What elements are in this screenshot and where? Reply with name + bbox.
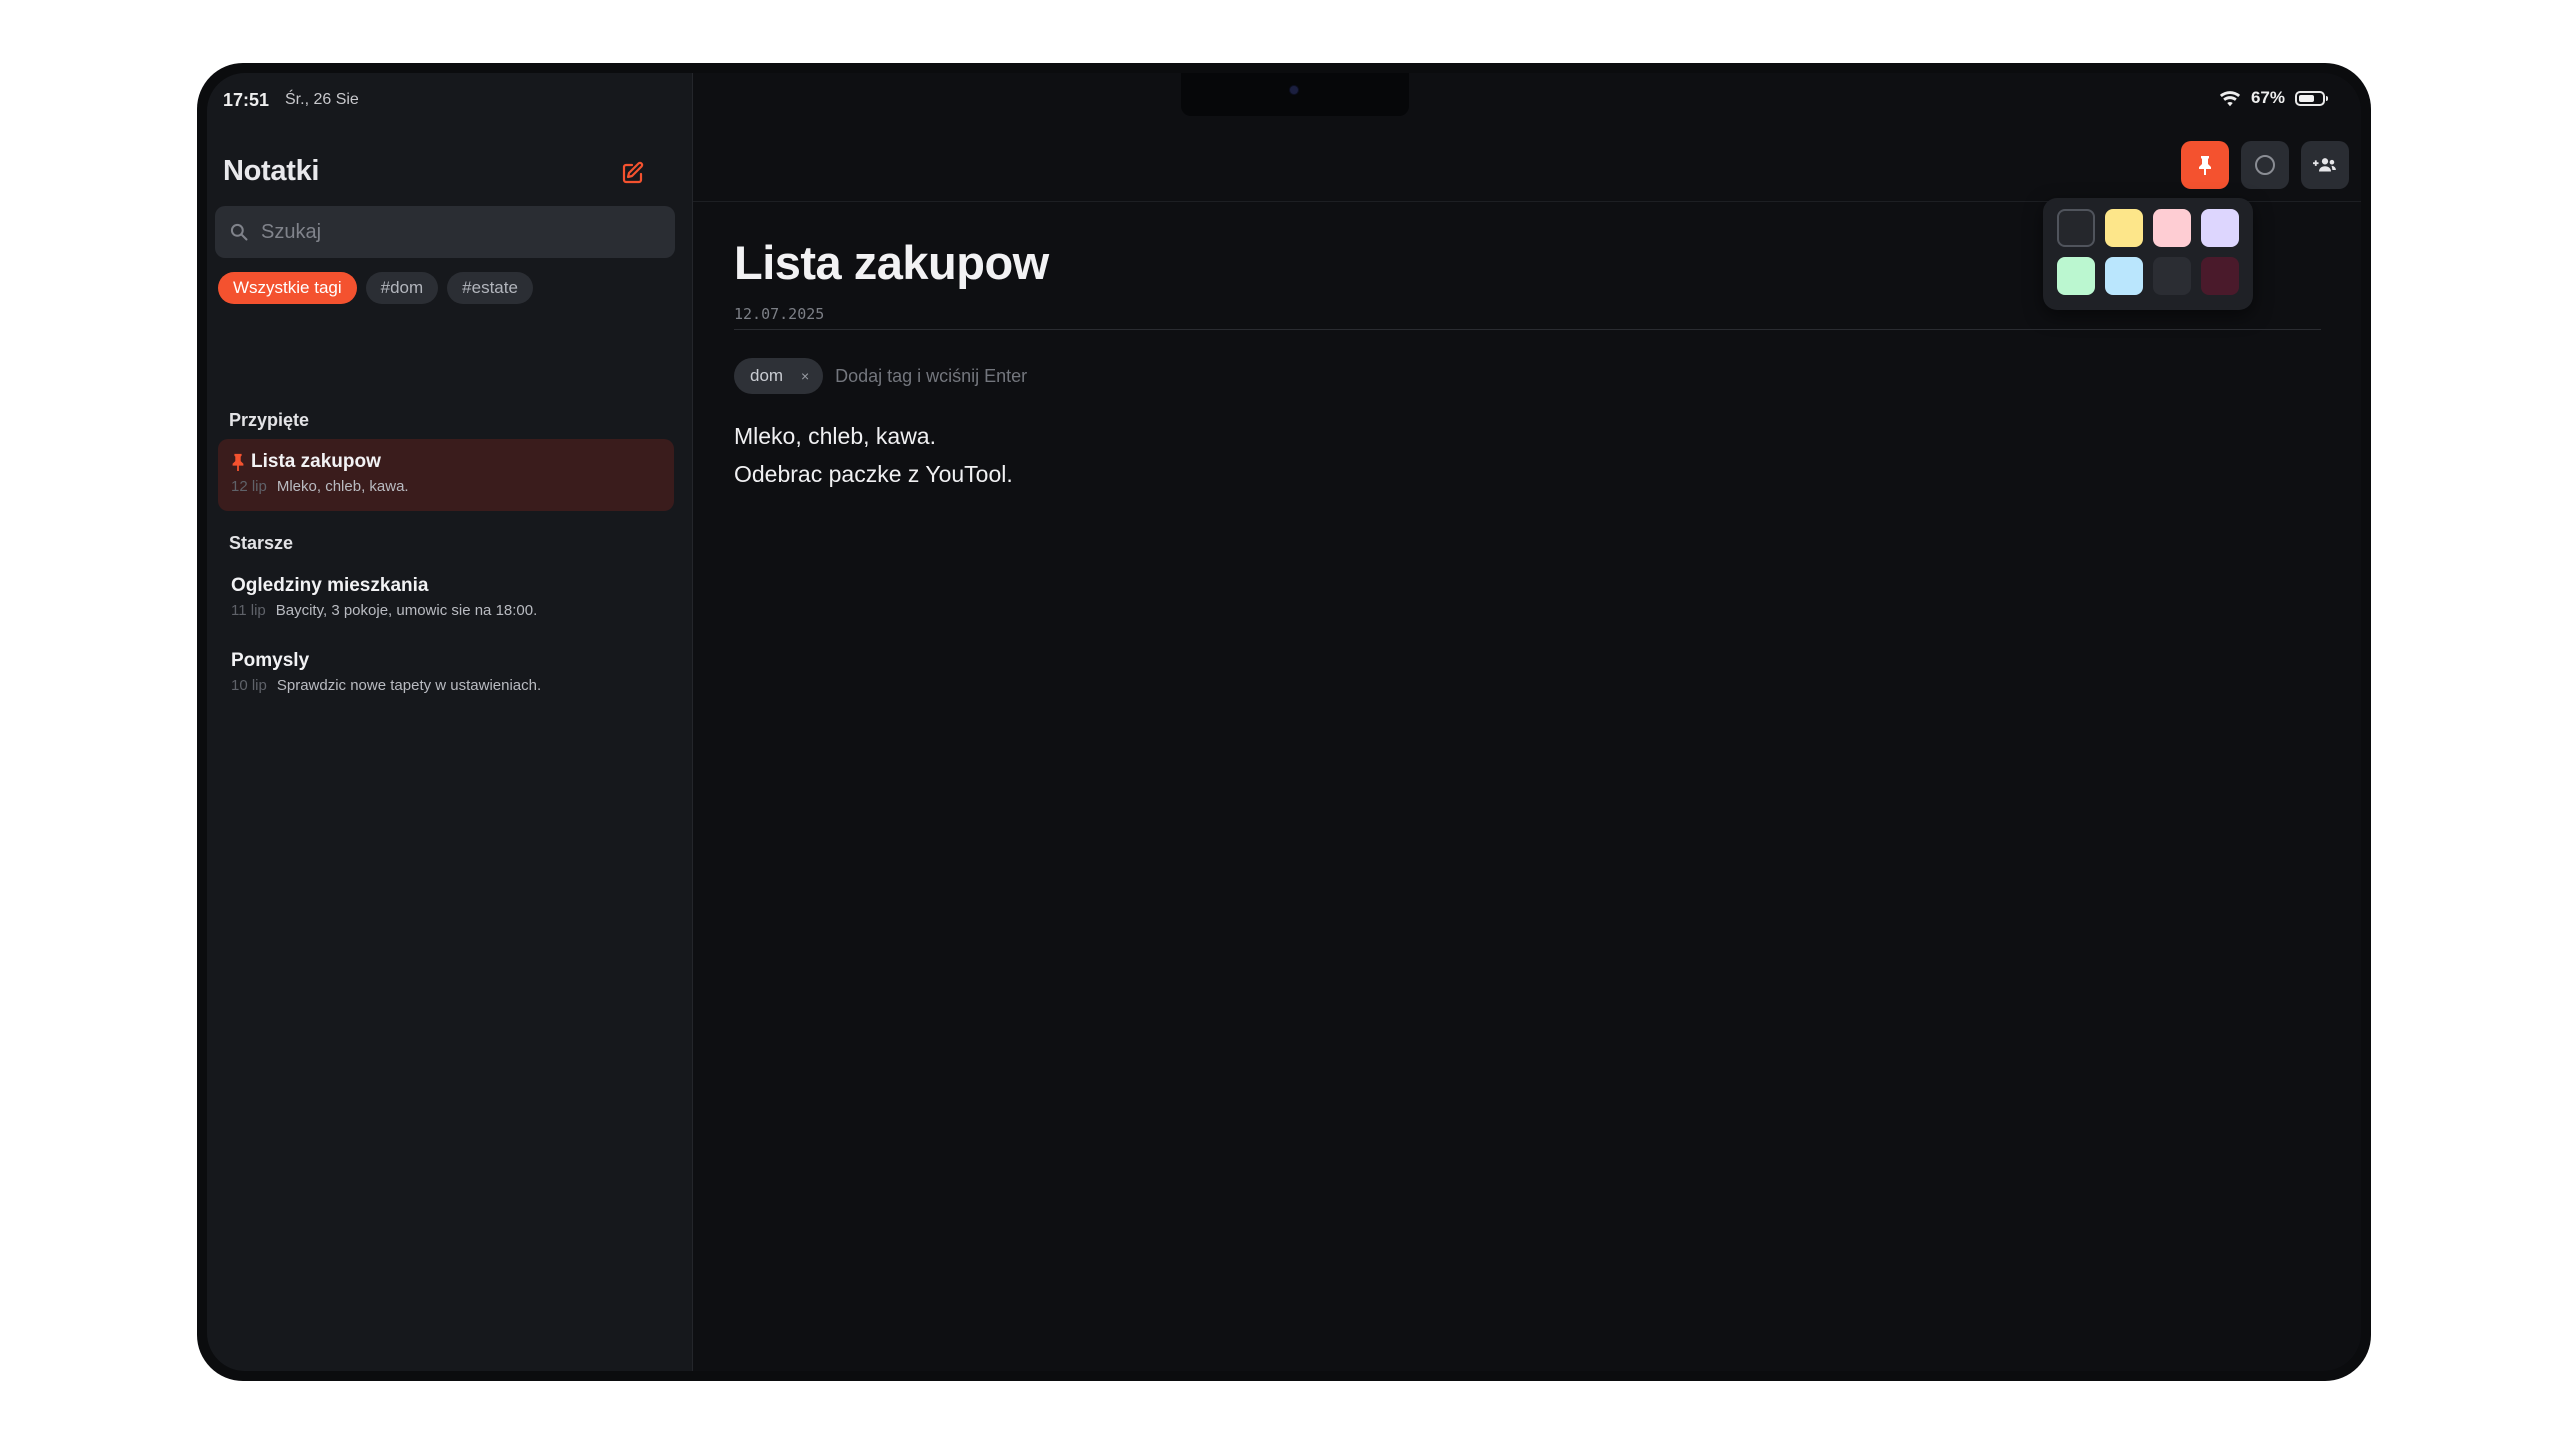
note-editor: Lista zakupow 12.07.2025 dom × Mleko, ch… xyxy=(693,73,2361,1371)
note-list-item-preview: Sprawdzic nowe tapety w ustawieniach. xyxy=(276,677,542,694)
note-list-item-preview: Baycity, 3 pokoje, umowic sie na 18:00. xyxy=(275,602,538,619)
pin-button[interactable] xyxy=(2181,141,2229,189)
color-palette-popover xyxy=(2043,198,2253,310)
status-time: 17:51 xyxy=(223,90,270,110)
note-body-line: Odebrac paczke z YouTool. xyxy=(734,461,1013,487)
color-swatch-lavender[interactable] xyxy=(2201,209,2239,247)
status-date: Śr., 26 Sie xyxy=(285,91,359,108)
note-list-item-title-row: Lista zakupow xyxy=(231,451,662,473)
compose-icon xyxy=(622,161,644,184)
remove-tag-button[interactable]: × xyxy=(795,366,815,386)
note-list-item[interactable]: Lista zakupow 12 lip Mleko, chleb, kawa. xyxy=(218,439,674,511)
search-input[interactable] xyxy=(259,219,643,245)
pin-icon xyxy=(2199,156,2211,175)
editor-toolbar xyxy=(2181,141,2349,189)
note-list-item-title: Lista zakupow xyxy=(251,451,381,472)
share-button[interactable] xyxy=(2301,141,2349,189)
camera-lens xyxy=(1290,86,1298,94)
tag-filter-dom[interactable]: #dom xyxy=(365,272,439,304)
color-swatch-dark[interactable] xyxy=(2153,257,2191,295)
color-button[interactable] xyxy=(2241,141,2289,189)
search-icon xyxy=(230,223,248,241)
note-list-item-title: Ogledziny mieszkania xyxy=(231,575,429,596)
note-title[interactable]: Lista zakupow xyxy=(734,235,1049,290)
note-list-item-title: Pomysly xyxy=(231,650,310,671)
note-body-line: Mleko, chleb, kawa. xyxy=(734,423,936,449)
note-list-item-preview: Mleko, chleb, kawa. xyxy=(276,478,409,495)
note-list-item-date: 12 lip xyxy=(231,478,267,495)
sidebar: Notatki Wszystkie tagi #dom #estate Przy… xyxy=(207,73,693,1371)
people-add-icon xyxy=(2313,158,2336,172)
color-swatch-none[interactable] xyxy=(2057,209,2095,247)
tag-filter-estate[interactable]: #estate xyxy=(447,272,533,304)
status-right: 67% xyxy=(2219,88,2328,108)
compose-button[interactable] xyxy=(617,157,649,189)
note-list-item-date: 11 lip xyxy=(231,602,266,619)
color-swatch-pink[interactable] xyxy=(2153,209,2191,247)
note-tag-row: dom × xyxy=(734,358,1158,394)
sidebar-title: Notatki xyxy=(223,155,320,187)
tag-filter-bar: Wszystkie tagi #dom #estate xyxy=(218,272,533,304)
wifi-icon xyxy=(2219,90,2241,106)
color-swatch-mint[interactable] xyxy=(2057,257,2095,295)
note-tag: dom × xyxy=(734,358,824,394)
color-swatch-maroon[interactable] xyxy=(2201,257,2239,295)
note-list-item[interactable]: Ogledziny mieszkania 11 lip Baycity, 3 po… xyxy=(218,563,674,635)
tag-filter-all[interactable]: Wszystkie tagi xyxy=(218,272,357,304)
note-list-item-meta: 11 lip Baycity, 3 pokoje, umowic sie na 1… xyxy=(231,602,662,619)
camera-notch xyxy=(1181,73,1409,116)
color-swatch-yellow[interactable] xyxy=(2105,209,2143,247)
note-date: 12.07.2025 xyxy=(734,305,825,323)
older-section-label: Starsze xyxy=(229,533,294,553)
pinned-section-label: Przypięte xyxy=(229,410,310,430)
battery-icon xyxy=(2295,90,2328,106)
content-divider xyxy=(734,329,2321,330)
note-list-item[interactable]: Pomysly 10 lip Sprawdzic nowe tapety w us… xyxy=(218,638,674,710)
note-list-item-date: 10 lip xyxy=(231,677,267,694)
color-swatch-sky[interactable] xyxy=(2105,257,2143,295)
note-body[interactable]: Mleko, chleb, kawa. Odebrac paczke z You… xyxy=(734,417,1013,493)
color-circle-icon xyxy=(2255,155,2275,175)
note-list-item-meta: 10 lip Sprawdzic nowe tapety w ustawienia… xyxy=(231,677,662,694)
battery-percent: 67% xyxy=(2250,88,2285,107)
add-tag-input[interactable] xyxy=(833,364,1158,388)
note-tag-label: dom xyxy=(750,366,784,385)
screen: 17:51 Śr., 26 Sie 67% Notatki Szukaj Wsz… xyxy=(207,73,2361,1371)
pin-icon xyxy=(232,453,244,471)
tablet-frame: 17:51 Śr., 26 Sie 67% Notatki Szukaj Wsz… xyxy=(197,63,2371,1381)
search-field[interactable] xyxy=(215,206,675,258)
note-list-item-meta: 12 lip Mleko, chleb, kawa. xyxy=(231,478,662,495)
